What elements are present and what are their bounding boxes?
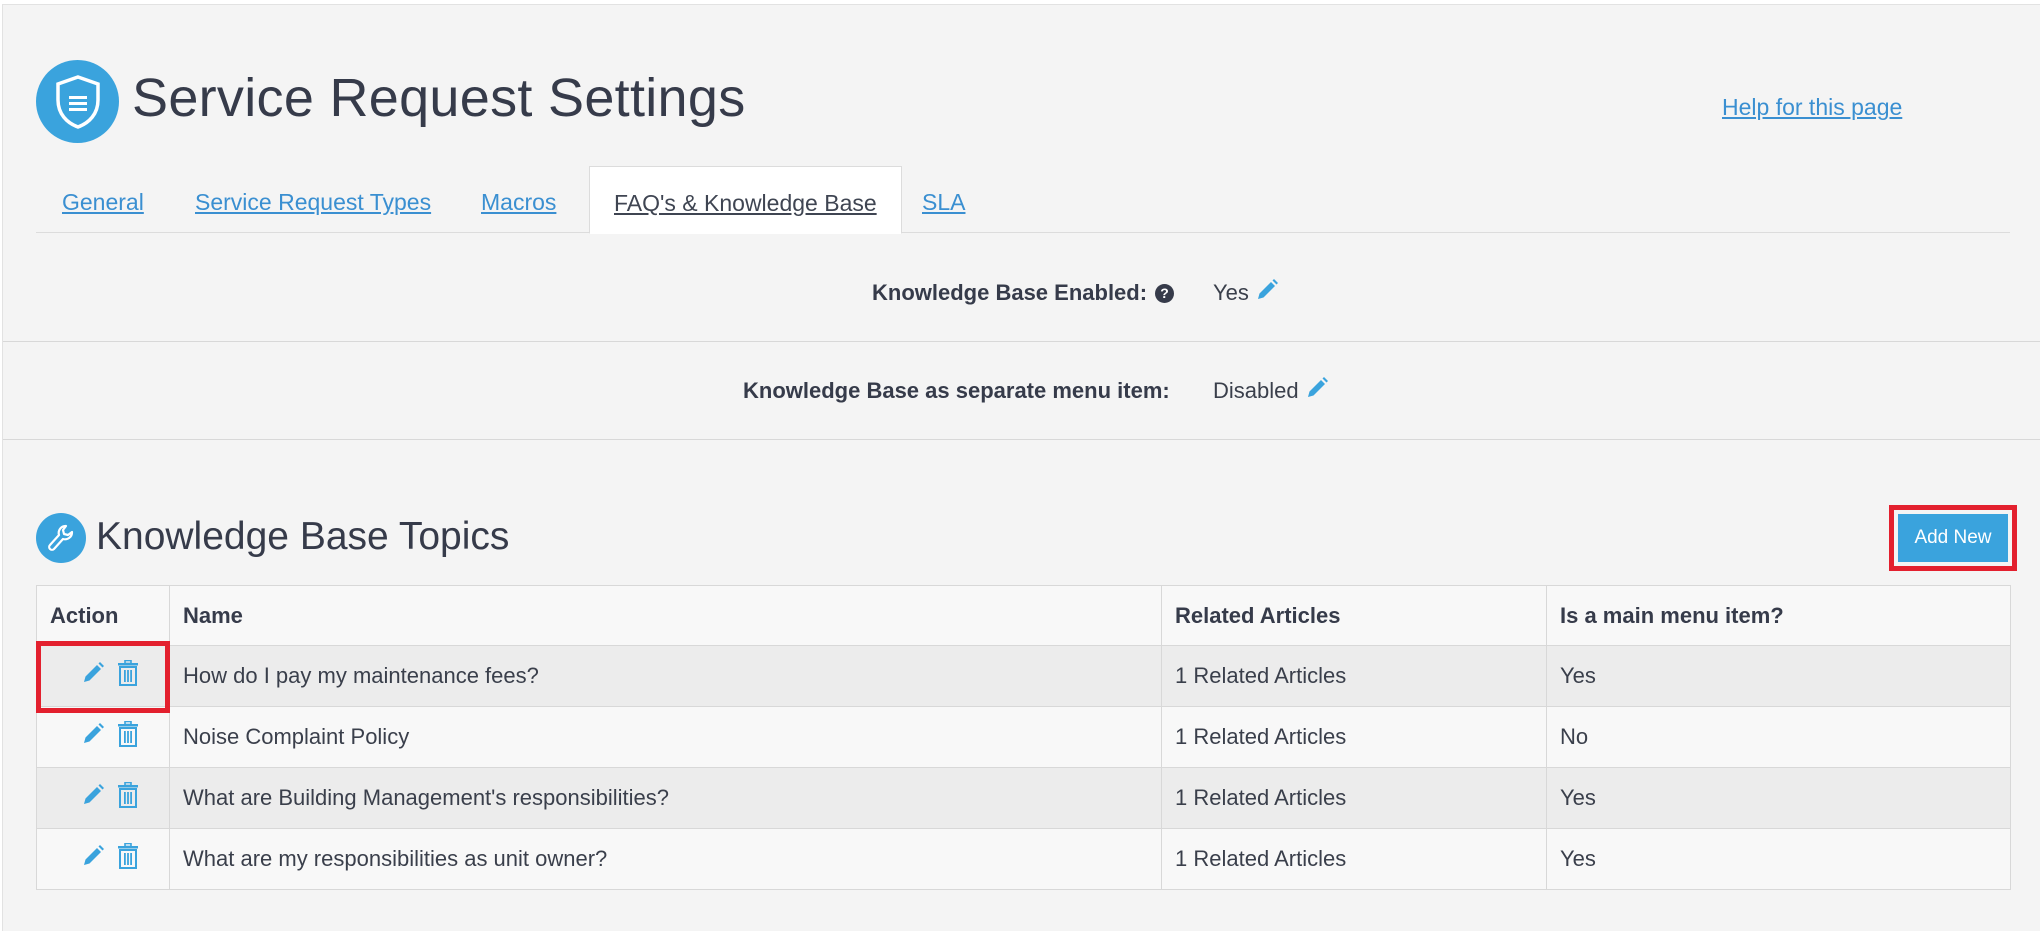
column-header-name: Name <box>169 585 1162 646</box>
add-new-button[interactable]: Add New <box>1898 514 2008 562</box>
settings-panel: Service Request Settings Help for this p… <box>2 4 2040 931</box>
tab-general[interactable]: General <box>62 166 144 233</box>
setting-value: Yes <box>1213 244 1279 342</box>
pencil-edit-icon[interactable] <box>1305 376 1329 406</box>
page-title: Service Request Settings <box>132 68 746 128</box>
setting-label: Knowledge Base as separate menu item: <box>743 378 1170 403</box>
topic-name: Noise Complaint Policy <box>169 706 1162 768</box>
main-menu-value: No <box>1546 706 2011 768</box>
main-menu-value: Yes <box>1546 828 2011 890</box>
setting-label: Knowledge Base Enabled: ? <box>872 244 1175 342</box>
tab-service-request-types[interactable]: Service Request Types <box>195 166 431 233</box>
question-circle-icon[interactable]: ? <box>1155 283 1175 303</box>
column-header-main-menu: Is a main menu item? <box>1546 585 2011 646</box>
action-cell <box>36 706 170 768</box>
row-action-highlight-box <box>36 641 170 713</box>
setting-row-kb-separate-menu: Knowledge Base as separate menu item: Di… <box>3 342 2040 440</box>
pencil-edit-icon[interactable] <box>81 844 105 874</box>
action-cell <box>36 828 170 890</box>
pencil-edit-icon[interactable] <box>81 722 105 752</box>
related-articles: 1 Related Articles <box>1161 767 1547 829</box>
pencil-edit-icon[interactable] <box>81 783 105 813</box>
main-menu-value: Yes <box>1546 767 2011 829</box>
setting-value: Disabled <box>1213 342 1329 440</box>
section-title: Knowledge Base Topics <box>96 515 510 558</box>
help-link[interactable]: Help for this page <box>1722 94 1902 121</box>
tab-bar: General Service Request Types Macros FAQ… <box>36 166 2010 234</box>
column-header-related-articles: Related Articles <box>1161 585 1547 646</box>
action-cell <box>36 767 170 829</box>
pencil-edit-icon[interactable] <box>1255 278 1279 308</box>
topic-name: How do I pay my maintenance fees? <box>169 645 1162 707</box>
related-articles: 1 Related Articles <box>1161 828 1547 890</box>
trash-icon[interactable] <box>117 781 139 814</box>
table-header-row: Action Name Related Articles Is a main m… <box>36 585 2011 646</box>
table-row: What are Building Management's responsib… <box>36 767 2011 829</box>
setting-row-kb-enabled: Knowledge Base Enabled: ? Yes <box>3 244 2040 342</box>
tab-faq-knowledge-base[interactable]: FAQ's & Knowledge Base <box>589 166 902 234</box>
wrench-icon <box>36 513 86 563</box>
trash-icon[interactable] <box>117 842 139 875</box>
table-row: Noise Complaint Policy 1 Related Article… <box>36 706 2011 768</box>
shield-document-icon <box>36 60 119 143</box>
tab-macros[interactable]: Macros <box>481 166 556 233</box>
table-row: How do I pay my maintenance fees? 1 Rela… <box>36 645 2011 707</box>
main-menu-value: Yes <box>1546 645 2011 707</box>
topics-table: Action Name Related Articles Is a main m… <box>36 585 2011 890</box>
trash-icon[interactable] <box>117 720 139 753</box>
column-header-action: Action <box>36 585 170 646</box>
topic-name: What are Building Management's responsib… <box>169 767 1162 829</box>
tab-sla[interactable]: SLA <box>922 166 965 233</box>
related-articles: 1 Related Articles <box>1161 706 1547 768</box>
topic-name: What are my responsibilities as unit own… <box>169 828 1162 890</box>
table-row: What are my responsibilities as unit own… <box>36 828 2011 890</box>
related-articles: 1 Related Articles <box>1161 645 1547 707</box>
